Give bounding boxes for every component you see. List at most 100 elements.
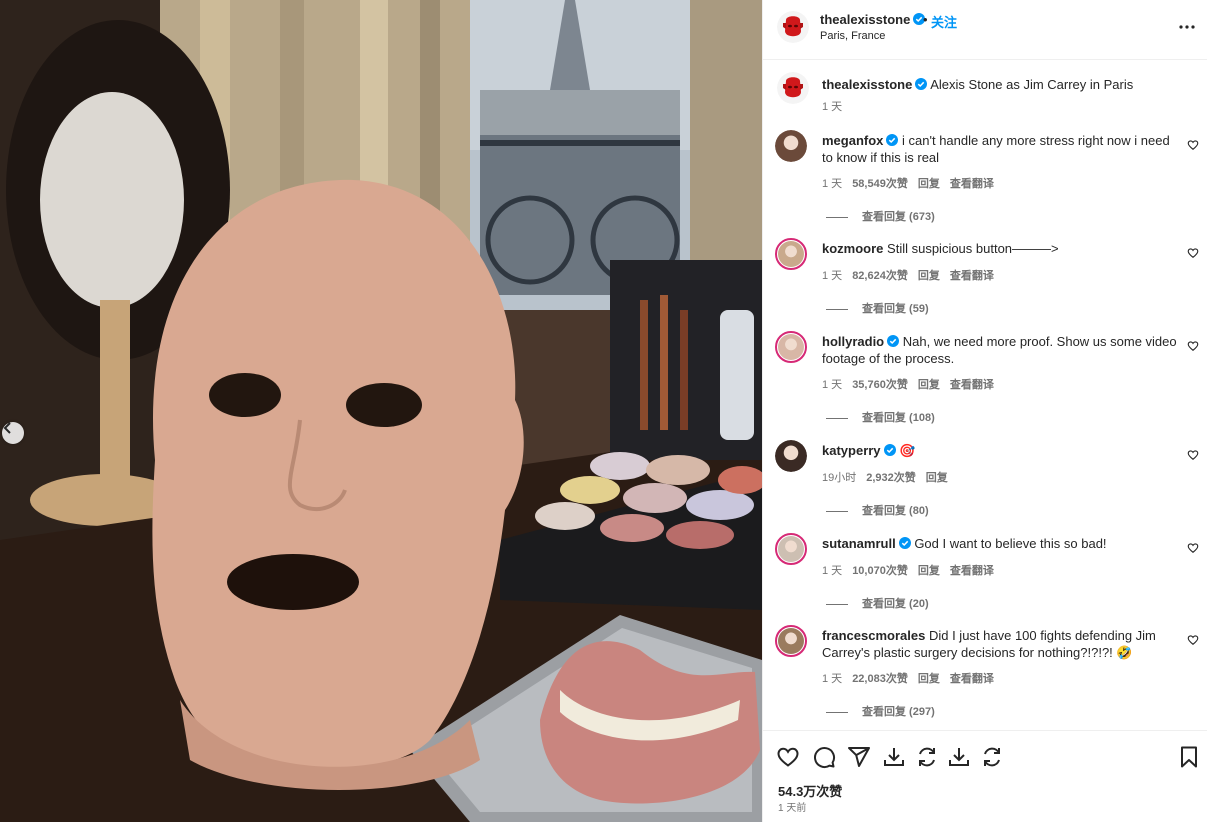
chevron-left-icon — [3, 422, 11, 434]
save-bookmark-icon[interactable] — [1177, 745, 1201, 769]
author-avatar[interactable] — [777, 11, 809, 43]
download-icon[interactable] — [882, 745, 906, 769]
comment-like-count[interactable]: 82,624次赞 — [852, 270, 908, 282]
comment-meta: 1 天 35,760次赞 回复 查看翻译 — [822, 376, 1004, 392]
comment-time: 1 天 — [822, 379, 843, 391]
commenter-avatar[interactable] — [775, 625, 807, 657]
view-replies-button[interactable]: 查看回复 (673) — [826, 208, 935, 224]
avatar-image — [778, 536, 804, 562]
comment-like-heart-icon[interactable] — [1187, 340, 1199, 352]
reply-button[interactable]: 回复 — [926, 472, 948, 484]
commenter-avatar[interactable] — [775, 533, 807, 565]
verified-badge-icon — [887, 335, 900, 347]
comment-username[interactable]: katyperry — [822, 443, 881, 458]
reply-button[interactable]: 回复 — [918, 565, 940, 577]
previous-photo-button[interactable] — [2, 422, 24, 444]
post-caption: thealexisstone Alexis Stone as Jim Carre… — [763, 60, 1207, 120]
comment-like-count[interactable]: 58,549次赞 — [852, 178, 908, 190]
translate-button[interactable]: 查看翻译 — [950, 178, 994, 190]
comment-like-heart-icon[interactable] — [1187, 449, 1199, 461]
replies-divider-line — [826, 417, 848, 419]
comment-username[interactable]: francescmorales — [822, 628, 925, 643]
comment-username[interactable]: hollyradio — [822, 334, 884, 349]
comment-like-heart-icon[interactable] — [1187, 542, 1199, 554]
caption-username[interactable]: thealexisstone — [822, 77, 912, 92]
post-location[interactable]: Paris, France — [820, 30, 885, 42]
translate-button[interactable]: 查看翻译 — [950, 565, 994, 577]
avatar-image — [775, 130, 807, 162]
view-replies-label[interactable]: 查看回复 (108) — [862, 412, 935, 424]
avatar-image — [778, 334, 804, 360]
comment-like-heart-icon[interactable] — [1187, 139, 1199, 151]
comment-meta: 1 天 22,083次赞 回复 查看翻译 — [822, 670, 1004, 686]
like-count[interactable]: 54.3万次赞 — [778, 781, 842, 800]
view-replies-label[interactable]: 查看回复 (80) — [862, 505, 929, 517]
replies-divider-line — [826, 216, 848, 218]
repost-icon[interactable] — [980, 745, 1004, 769]
comment-body: meganfox i can't handle any more stress … — [822, 132, 1178, 166]
like-heart-icon[interactable] — [776, 745, 800, 769]
comment-body: francescmorales Did I just have 100 figh… — [822, 627, 1178, 661]
comment-body: sutanamrull God I want to believe this s… — [822, 535, 1178, 552]
commenter-avatar[interactable] — [775, 331, 807, 363]
comment-time: 1 天 — [822, 178, 843, 190]
avatar-image — [778, 241, 804, 267]
comment-like-count[interactable]: 22,083次赞 — [852, 673, 908, 685]
view-replies-button[interactable]: 查看回复 (59) — [826, 300, 929, 316]
photo-illustration — [0, 0, 762, 822]
red-mask-avatar-icon — [777, 72, 809, 104]
avatar-image — [775, 440, 807, 472]
caption-author-avatar[interactable] — [777, 72, 809, 104]
comment-like-count[interactable]: 2,932次赞 — [866, 472, 916, 484]
comment-bubble-icon[interactable] — [812, 745, 836, 769]
author-username-text[interactable]: thealexisstone — [820, 12, 910, 27]
comment-username[interactable]: sutanamrull — [822, 536, 896, 551]
view-replies-label[interactable]: 查看回复 (673) — [862, 211, 935, 223]
comment-username[interactable]: kozmoore — [822, 241, 883, 256]
reply-button[interactable]: 回复 — [918, 673, 940, 685]
post-photo — [0, 0, 762, 822]
share-send-icon[interactable] — [847, 745, 871, 769]
replies-divider-line — [826, 711, 848, 713]
post-side-panel: thealexisstone • 关注 Paris, France theale… — [762, 0, 1207, 822]
translate-button[interactable]: 查看翻译 — [950, 673, 994, 685]
caption-time: 1 天 — [822, 101, 843, 113]
download-alt-icon[interactable] — [947, 745, 971, 769]
view-replies-label[interactable]: 查看回复 (297) — [862, 706, 935, 718]
view-replies-button[interactable]: 查看回复 (80) — [826, 502, 929, 518]
view-replies-button[interactable]: 查看回复 (108) — [826, 409, 935, 425]
author-username[interactable]: thealexisstone — [820, 12, 926, 27]
commenter-avatar[interactable] — [775, 238, 807, 270]
view-replies-button[interactable]: 查看回复 (20) — [826, 595, 929, 611]
comment-time: 19小时 — [822, 472, 857, 484]
translate-button[interactable]: 查看翻译 — [950, 270, 994, 282]
commenter-avatar[interactable] — [775, 130, 807, 162]
translate-button[interactable]: 查看翻译 — [950, 379, 994, 391]
view-replies-button[interactable]: 查看回复 (297) — [826, 703, 935, 719]
post-header: thealexisstone • 关注 Paris, France — [763, 0, 1207, 60]
comment-meta: 19小时 2,932次赞 回复 — [822, 469, 958, 485]
comment-body: kozmoore Still suspicious button———> — [822, 240, 1178, 257]
view-replies-label[interactable]: 查看回复 (59) — [862, 303, 929, 315]
header-separator: • — [923, 12, 928, 27]
more-options-icon[interactable] — [1177, 17, 1197, 37]
comment-meta: 1 天 82,624次赞 回复 查看翻译 — [822, 267, 1004, 283]
reply-button[interactable]: 回复 — [918, 379, 940, 391]
reply-button[interactable]: 回复 — [918, 270, 940, 282]
comment-username[interactable]: meganfox — [822, 133, 883, 148]
comment-like-count[interactable]: 35,760次赞 — [852, 379, 908, 391]
comment-like-heart-icon[interactable] — [1187, 247, 1199, 259]
comment-text: Still suspicious button———> — [887, 241, 1059, 256]
reply-button[interactable]: 回复 — [918, 178, 940, 190]
refresh-icon[interactable] — [915, 745, 939, 769]
commenter-avatar[interactable] — [775, 440, 807, 472]
comment-body: katyperry 🎯 — [822, 442, 1178, 459]
comment-body: hollyradio Nah, we need more proof. Show… — [822, 333, 1178, 367]
comment-time: 1 天 — [822, 565, 843, 577]
view-replies-label[interactable]: 查看回复 (20) — [862, 598, 929, 610]
comment-like-count[interactable]: 10,070次赞 — [852, 565, 908, 577]
follow-button[interactable]: 关注 — [931, 12, 957, 31]
caption-body: Alexis Stone as Jim Carrey in Paris — [930, 77, 1134, 92]
comment-meta: 1 天 58,549次赞 回复 查看翻译 — [822, 175, 1004, 191]
comment-like-heart-icon[interactable] — [1187, 634, 1199, 646]
